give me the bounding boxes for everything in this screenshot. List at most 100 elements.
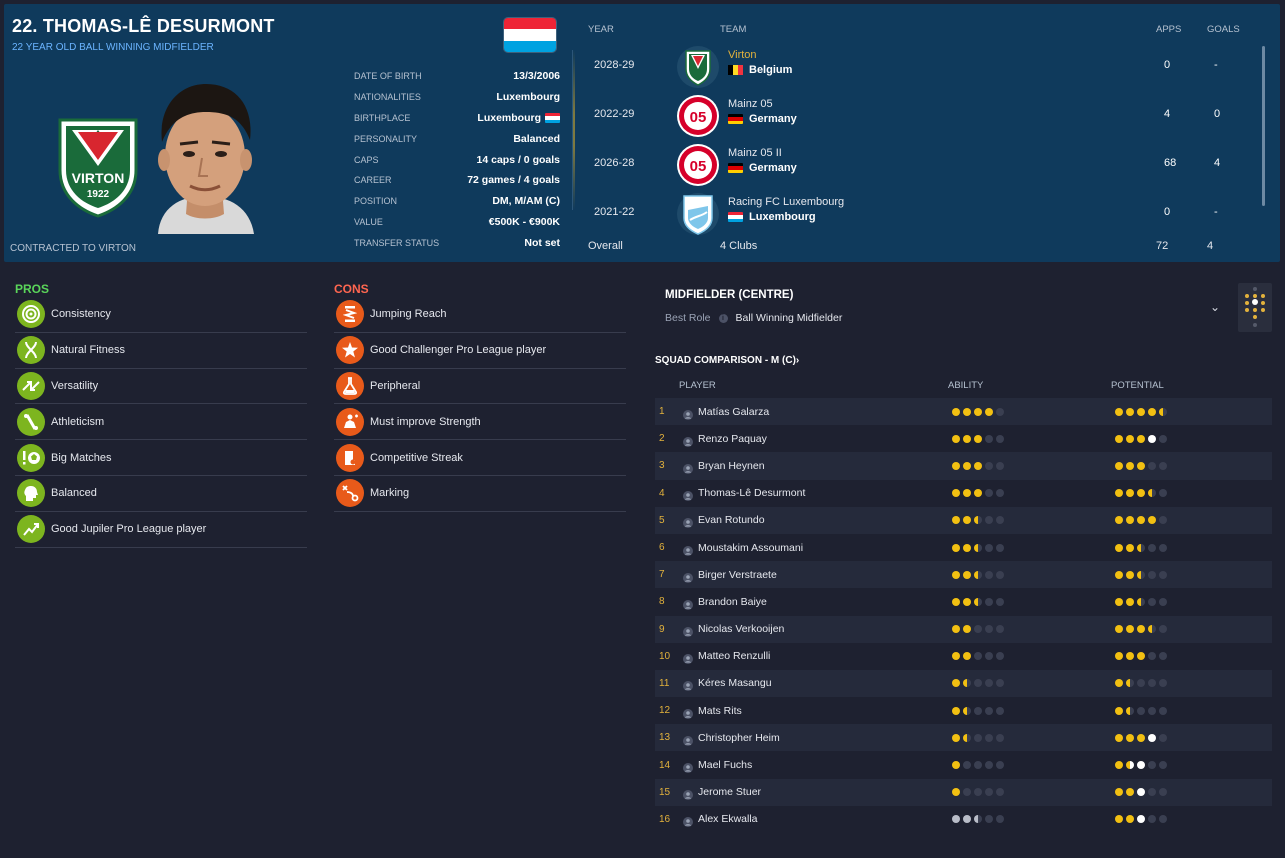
squad-row[interactable]: 16 Alex Ekwalla <box>655 806 1272 833</box>
rating-star <box>1137 625 1145 634</box>
squad-row[interactable]: 1 Matías Galarza <box>655 398 1272 426</box>
pros-item[interactable]: Athleticism <box>15 404 307 441</box>
rating-star <box>974 461 982 470</box>
rating-star <box>1115 543 1123 552</box>
squad-player-name[interactable]: Thomas-Lê Desurmont <box>698 487 805 499</box>
squad-player-name[interactable]: Alex Ekwalla <box>698 813 758 825</box>
career-header-goals[interactable]: GOALS <box>1207 24 1240 35</box>
info-icon[interactable]: i <box>718 313 728 323</box>
squad-player-name[interactable]: Moustakim Assoumani <box>698 542 803 554</box>
squad-header-ability[interactable]: ABILITY <box>948 380 983 391</box>
jump-icon <box>336 300 364 329</box>
info-value[interactable]: Luxembourg <box>477 112 560 124</box>
cons-item[interactable]: Good Challenger Pro League player <box>334 333 626 369</box>
squad-header-player[interactable]: PLAYER <box>679 380 716 391</box>
info-value[interactable]: DM, M/AM (C) <box>492 195 560 207</box>
player-subtitle: 22 YEAR OLD BALL WINNING MIDFIELDER <box>12 42 214 53</box>
cons-item[interactable]: Marking <box>334 476 626 512</box>
mainz-05-ii-club-logo[interactable]: 05 <box>676 143 720 187</box>
squad-row[interactable]: 10 Matteo Renzulli <box>655 643 1272 670</box>
virton-club-logo[interactable] <box>676 45 720 89</box>
squad-row-number: 5 <box>659 514 665 526</box>
career-club-link[interactable]: Mainz 05 <box>728 98 773 110</box>
squad-row[interactable]: 5 Evan Rotundo <box>655 506 1272 534</box>
pros-item[interactable]: Versatility <box>15 369 307 405</box>
cons-item[interactable]: Competitive Streak <box>334 440 626 476</box>
squad-player-name[interactable]: Kéres Masangu <box>698 677 772 689</box>
squad-comparison-title[interactable]: SQUAD COMPARISON - M (C)› <box>655 355 799 366</box>
rating-star <box>1126 761 1134 770</box>
cons-item[interactable]: Must improve Strength <box>334 404 626 441</box>
chevron-right-icon[interactable]: › <box>796 355 799 366</box>
career-club-link[interactable]: Racing FC Luxembourg <box>728 196 844 208</box>
squad-row[interactable]: 6 Moustakim Assoumani <box>655 534 1272 561</box>
rating-star <box>985 407 993 416</box>
position-pitch-icon[interactable] <box>1238 283 1272 332</box>
pros-item[interactable]: Good Jupiler Pro League player <box>15 512 307 548</box>
squad-player-name[interactable]: Evan Rotundo <box>698 514 765 526</box>
pros-item[interactable]: Natural Fitness <box>15 333 307 369</box>
squad-row[interactable]: 12 Mats Rits <box>655 697 1272 724</box>
career-country[interactable]: Belgium <box>728 64 792 76</box>
rating-star <box>952 706 960 715</box>
racing-fc-luxembourg-club-logo[interactable] <box>676 192 720 236</box>
career-club-link[interactable]: Mainz 05 II <box>728 147 782 159</box>
rating-star <box>1159 516 1167 525</box>
career-row: 2026-28 05 Mainz 05 II Germany 68 4 <box>588 140 1248 186</box>
squad-player-name[interactable]: Mael Fuchs <box>698 759 752 771</box>
squad-row[interactable]: 11 Kéres Masangu <box>655 669 1272 698</box>
squad-row[interactable]: 3 Bryan Heynen <box>655 452 1272 480</box>
squad-row[interactable]: 4 Thomas-Lê Desurmont <box>655 480 1272 507</box>
squad-header-potential[interactable]: POTENTIAL <box>1111 380 1164 391</box>
squad-player-name[interactable]: Renzo Paquay <box>698 433 767 445</box>
rating-star <box>1159 761 1167 770</box>
career-club-link[interactable]: Virton <box>728 49 757 61</box>
squad-row[interactable]: 9 Nicolas Verkooijen <box>655 615 1272 643</box>
rating-star <box>963 434 971 443</box>
rating-star <box>1148 733 1156 742</box>
squad-player-name[interactable]: Birger Verstraete <box>698 569 777 581</box>
squad-player-name[interactable]: Mats Rits <box>698 705 742 717</box>
squad-player-name[interactable]: Brandon Baiye <box>698 596 767 608</box>
player-info-table: DATE OF BIRTH 13/3/2006 NATIONALITIES Luxem… <box>354 66 560 253</box>
rating-star <box>1115 706 1123 715</box>
squad-row[interactable]: 8 Brandon Baiye <box>655 588 1272 615</box>
chevron-down-icon[interactable]: ⌄ <box>1210 300 1220 314</box>
career-country[interactable]: Germany <box>728 113 797 125</box>
cons-item[interactable]: Peripheral <box>334 369 626 405</box>
best-role-value[interactable]: Ball Winning Midfielder <box>736 312 843 324</box>
squad-row[interactable]: 7 Birger Verstraete <box>655 561 1272 589</box>
squad-player-name[interactable]: Christopher Heim <box>698 732 780 744</box>
info-value: Not set <box>524 237 560 249</box>
info-value-text: 72 games / 4 goals <box>467 174 560 187</box>
info-value-text: DM, M/AM (C) <box>492 195 560 208</box>
contracted-to-label[interactable]: CONTRACTED TO VIRTON <box>10 243 136 254</box>
squad-player-name[interactable]: Matías Galarza <box>698 406 769 418</box>
career-scrollbar[interactable] <box>1262 46 1265 206</box>
career-country[interactable]: Luxembourg <box>728 211 816 223</box>
mainz-05-club-logo[interactable]: 05 <box>676 94 720 138</box>
squad-player-name[interactable]: Matteo Renzulli <box>698 650 770 662</box>
squad-row[interactable]: 13 Christopher Heim <box>655 724 1272 752</box>
squad-row[interactable]: 14 Mael Fuchs <box>655 751 1272 778</box>
squad-row[interactable]: 2 Renzo Paquay <box>655 425 1272 452</box>
squad-player-name[interactable]: Nicolas Verkooijen <box>698 623 784 635</box>
squad-player-name[interactable]: Jerome Stuer <box>698 786 761 798</box>
squad-player-name[interactable]: Bryan Heynen <box>698 460 765 472</box>
squad-row[interactable]: 15 Jerome Stuer <box>655 778 1272 806</box>
info-value[interactable]: Luxembourg <box>496 91 560 103</box>
cons-item[interactable]: Jumping Reach <box>334 297 626 333</box>
rating-star <box>1159 706 1167 715</box>
career-header-year[interactable]: YEAR <box>588 24 614 35</box>
rating-star <box>996 679 1004 688</box>
potential-rating <box>1115 461 1167 470</box>
career-country[interactable]: Germany <box>728 162 797 174</box>
career-header-team[interactable]: TEAM <box>720 24 746 35</box>
pros-item[interactable]: Consistency <box>15 297 307 333</box>
person-icon <box>683 461 693 474</box>
virton-badge-logo[interactable]: VIRTON 1922 <box>56 114 140 218</box>
pros-item[interactable]: Balanced <box>15 476 307 512</box>
pros-item[interactable]: Big Matches <box>15 440 307 476</box>
career-header-apps[interactable]: APPS <box>1156 24 1181 35</box>
rating-star <box>1115 597 1123 606</box>
